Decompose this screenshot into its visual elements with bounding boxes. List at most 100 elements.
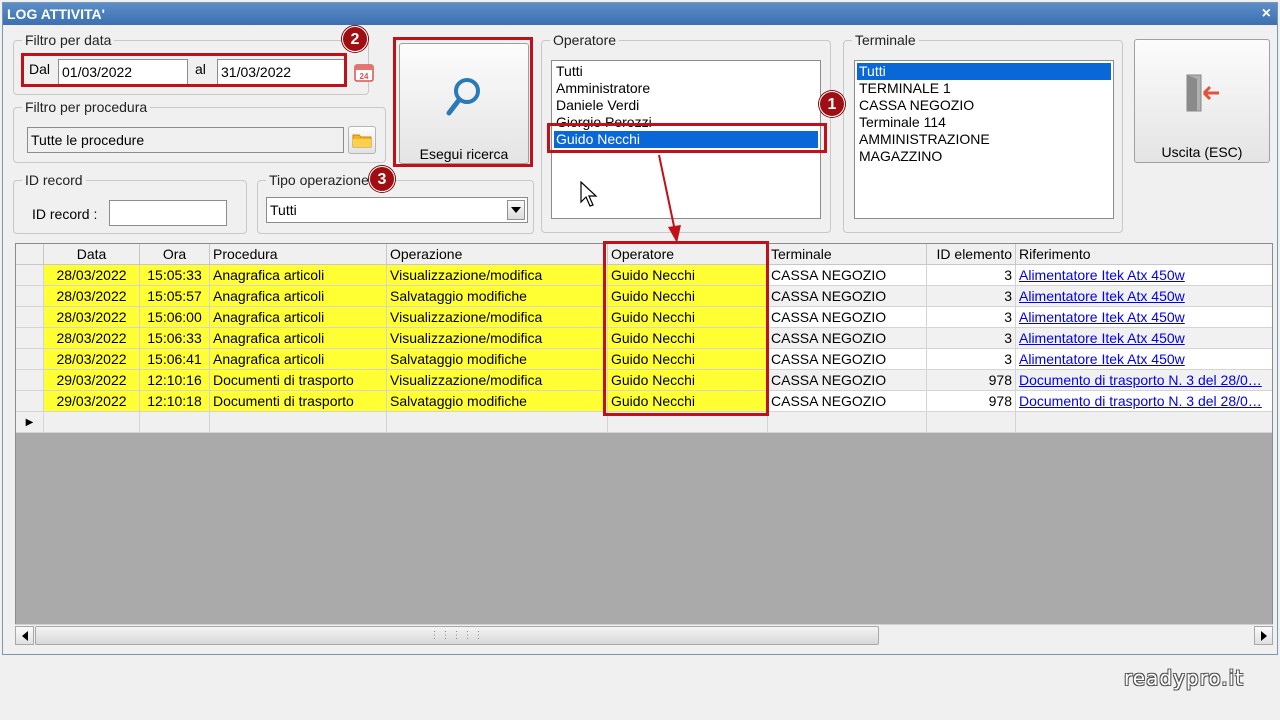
cell-id-elemento: 978 xyxy=(927,370,1016,391)
cell-operazione: Salvataggio modifiche xyxy=(387,391,608,412)
cell-riferimento[interactable]: Alimentatore Itek Atx 450w xyxy=(1016,265,1272,286)
operator-item[interactable]: Daniele Verdi xyxy=(554,97,818,114)
new-row-cell[interactable] xyxy=(140,412,210,433)
new-row-cell[interactable] xyxy=(1016,412,1272,433)
calendar-icon[interactable]: 24 xyxy=(351,58,377,86)
date-to-label: al xyxy=(195,61,206,77)
row-header[interactable] xyxy=(16,307,44,328)
cell-operatore: Guido Necchi xyxy=(608,370,768,391)
scroll-right-icon[interactable] xyxy=(1254,626,1273,645)
terminal-item[interactable]: MAGAZZINO xyxy=(857,148,1111,165)
cell-operazione: Visualizzazione/modifica xyxy=(387,307,608,328)
cell-riferimento[interactable]: Alimentatore Itek Atx 450w xyxy=(1016,328,1272,349)
cell-data: 28/03/2022 xyxy=(44,307,140,328)
op-type-select[interactable]: Tutti xyxy=(266,197,528,223)
cell-operatore: Guido Necchi xyxy=(608,286,768,307)
operator-item-selected[interactable]: Guido Necchi xyxy=(554,131,818,148)
new-row-marker-icon[interactable]: ▶ xyxy=(16,412,44,433)
col-header-operazione[interactable]: Operazione xyxy=(387,244,608,265)
title-bar: LOG ATTIVITA' × xyxy=(3,3,1277,25)
cell-ora: 12:10:18 xyxy=(140,391,210,412)
terminal-item[interactable]: CASSA NEGOZIO xyxy=(857,97,1111,114)
terminal-list[interactable]: Tutti TERMINALE 1 CASSA NEGOZIO Terminal… xyxy=(854,60,1114,219)
cell-riferimento[interactable]: Alimentatore Itek Atx 450w xyxy=(1016,307,1272,328)
operator-item[interactable]: Amministratore xyxy=(554,80,818,97)
date-from-input[interactable]: 01/03/2022 xyxy=(58,59,188,85)
cell-riferimento[interactable]: Documento di trasporto N. 3 del 28/0… xyxy=(1016,391,1272,412)
cell-operatore: Guido Necchi xyxy=(608,265,768,286)
col-header-operatore[interactable]: Operatore xyxy=(608,244,768,265)
new-row-cell[interactable] xyxy=(387,412,608,433)
cell-data: 29/03/2022 xyxy=(44,391,140,412)
new-row-cell[interactable] xyxy=(768,412,927,433)
cell-data: 28/03/2022 xyxy=(44,265,140,286)
date-to-input[interactable]: 31/03/2022 xyxy=(217,59,345,85)
operator-item[interactable]: Tutti xyxy=(554,63,818,80)
col-header-terminale[interactable]: Terminale xyxy=(768,244,927,265)
date-filter-legend: Filtro per data xyxy=(22,32,115,48)
col-header-id-elemento[interactable]: ID elemento xyxy=(927,244,1016,265)
search-icon xyxy=(446,78,480,116)
row-header[interactable] xyxy=(16,265,44,286)
folder-icon[interactable] xyxy=(348,126,376,154)
col-header-ora[interactable]: Ora xyxy=(140,244,210,265)
cell-operatore: Guido Necchi xyxy=(608,349,768,370)
cell-terminale: CASSA NEGOZIO xyxy=(768,265,927,286)
row-header[interactable] xyxy=(16,328,44,349)
operator-group: Operatore Tutti Amministratore Daniele V… xyxy=(541,32,831,233)
horizontal-scrollbar[interactable]: ⋮⋮⋮⋮⋮ xyxy=(15,624,1273,645)
terminal-item-selected[interactable]: Tutti xyxy=(857,63,1111,80)
terminal-item[interactable]: Terminale 114 xyxy=(857,114,1111,131)
procedure-input[interactable]: Tutte le procedure xyxy=(27,127,344,153)
operator-item[interactable]: Giorgio Perozzi xyxy=(554,114,818,131)
date-filter-group: Filtro per data Dal 01/03/2022 al 31/03/… xyxy=(13,32,374,95)
cell-operazione: Salvataggio modifiche xyxy=(387,286,608,307)
cell-riferimento[interactable]: Documento di trasporto N. 3 del 28/0… xyxy=(1016,370,1272,391)
search-button[interactable]: Esegui ricerca xyxy=(399,43,529,164)
scroll-left-icon[interactable] xyxy=(15,626,34,645)
cell-operazione: Salvataggio modifiche xyxy=(387,349,608,370)
scroll-thumb[interactable]: ⋮⋮⋮⋮⋮ xyxy=(35,626,879,645)
id-record-group: ID record ID record : xyxy=(13,172,247,234)
new-row-cell[interactable] xyxy=(210,412,387,433)
cell-id-elemento: 3 xyxy=(927,265,1016,286)
terminal-item[interactable]: AMMINISTRAZIONE xyxy=(857,131,1111,148)
col-header-procedura[interactable]: Procedura xyxy=(210,244,387,265)
new-row-cell[interactable] xyxy=(927,412,1016,433)
col-header-data[interactable]: Data xyxy=(44,244,140,265)
row-header[interactable] xyxy=(16,391,44,412)
row-header[interactable] xyxy=(16,349,44,370)
row-header[interactable] xyxy=(16,370,44,391)
cell-procedura: Documenti di trasporto xyxy=(210,391,387,412)
cell-operatore: Guido Necchi xyxy=(608,307,768,328)
cell-riferimento[interactable]: Alimentatore Itek Atx 450w xyxy=(1016,286,1272,307)
new-row-cell[interactable] xyxy=(608,412,768,433)
procedure-filter-group: Filtro per procedura Tutte le procedure xyxy=(13,99,386,163)
col-header-riferimento[interactable]: Riferimento xyxy=(1016,244,1272,265)
row-header-corner xyxy=(16,244,44,265)
exit-door-icon xyxy=(1186,74,1219,112)
close-icon[interactable]: × xyxy=(1262,3,1271,25)
cell-ora: 12:10:16 xyxy=(140,370,210,391)
cell-data: 28/03/2022 xyxy=(44,286,140,307)
id-record-label: ID record : xyxy=(32,206,98,222)
terminal-legend: Terminale xyxy=(852,32,919,48)
cell-operazione: Visualizzazione/modifica xyxy=(387,370,608,391)
id-record-input[interactable] xyxy=(109,200,227,226)
cell-operazione: Visualizzazione/modifica xyxy=(387,328,608,349)
row-header[interactable] xyxy=(16,286,44,307)
terminal-item[interactable]: TERMINALE 1 xyxy=(857,80,1111,97)
operator-list[interactable]: Tutti Amministratore Daniele Verdi Giorg… xyxy=(551,60,821,219)
log-grid[interactable]: Data Ora Procedura Operazione Operatore … xyxy=(15,243,1273,645)
cell-ora: 15:06:33 xyxy=(140,328,210,349)
log-window: LOG ATTIVITA' × Filtro per data Dal 01/0… xyxy=(2,2,1278,655)
watermark: readypro.it xyxy=(1124,666,1244,690)
annotation-badge-3: 3 xyxy=(369,166,395,192)
exit-button[interactable]: Uscita (ESC) xyxy=(1134,39,1270,163)
chevron-down-icon[interactable] xyxy=(507,200,525,220)
mouse-cursor-icon xyxy=(580,181,598,207)
cell-data: 28/03/2022 xyxy=(44,328,140,349)
cell-riferimento[interactable]: Alimentatore Itek Atx 450w xyxy=(1016,349,1272,370)
new-row-cell[interactable] xyxy=(44,412,140,433)
cell-operatore: Guido Necchi xyxy=(608,328,768,349)
